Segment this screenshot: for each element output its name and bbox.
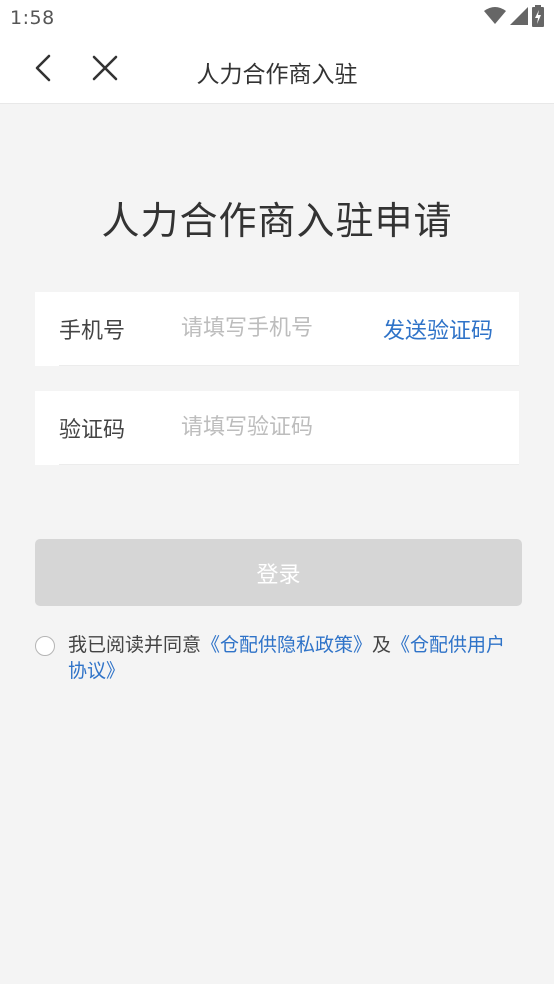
phone-input[interactable] bbox=[181, 310, 366, 346]
status-time: 1:58 bbox=[10, 7, 55, 29]
status-bar: 1:58 bbox=[0, 0, 554, 38]
cellular-signal-icon bbox=[510, 7, 528, 29]
battery-charging-icon bbox=[532, 5, 544, 31]
agreement-text: 我已阅读并同意《仓配供隐私政策》及《仓配供用户协议》 bbox=[68, 632, 518, 684]
code-divider bbox=[59, 464, 519, 465]
agreement-checkbox[interactable] bbox=[35, 636, 55, 656]
login-button[interactable]: 登录 bbox=[35, 539, 522, 606]
code-row: 验证码 bbox=[35, 391, 519, 465]
privacy-policy-link[interactable]: 《仓配供隐私政策》 bbox=[201, 634, 372, 656]
code-label: 验证码 bbox=[59, 418, 126, 443]
code-input[interactable] bbox=[181, 409, 366, 445]
phone-label: 手机号 bbox=[59, 319, 126, 344]
wifi-icon bbox=[484, 7, 506, 29]
status-icons bbox=[484, 5, 544, 31]
page-title: 人力合作商入驻申请 bbox=[101, 199, 453, 243]
nav-title: 人力合作商入驻 bbox=[196, 62, 358, 88]
send-code-button[interactable]: 发送验证码 bbox=[383, 313, 493, 345]
agreement-prefix: 我已阅读并同意 bbox=[68, 634, 202, 656]
agreement-conjunction: 及 bbox=[372, 634, 392, 656]
phone-divider bbox=[59, 365, 519, 366]
nav-bar: 人力合作商入驻 bbox=[0, 38, 554, 104]
phone-row: 手机号 发送验证码 bbox=[35, 292, 519, 366]
